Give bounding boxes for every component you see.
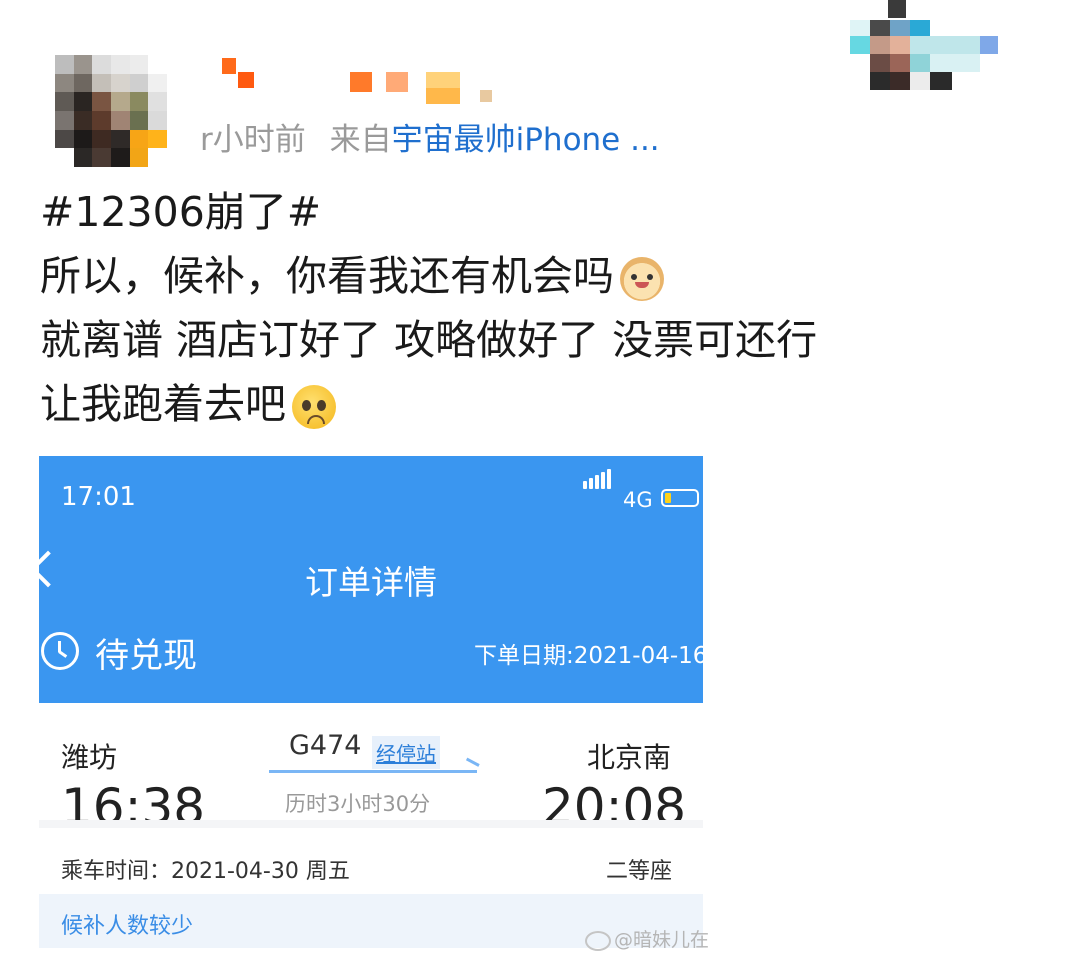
battery-icon xyxy=(661,489,699,507)
waitlist-note: 候补人数较少 xyxy=(61,914,194,939)
divider xyxy=(39,820,703,828)
nav-title: 订单详情 xyxy=(305,563,437,602)
trip-duration: 历时3小时30分 xyxy=(285,792,431,816)
status-time: 17:01 xyxy=(61,482,136,512)
weibo-logo-icon xyxy=(585,930,611,951)
post-from-label: 来自 xyxy=(329,122,392,158)
ride-time: 乘车时间：2021-04-30 周五 xyxy=(61,859,350,884)
post-line: 就离谱 酒店订好了 攻略做好了 没票可还行 xyxy=(40,316,818,364)
stops-link: 经停站 xyxy=(372,736,440,769)
seat-class: 二等座 xyxy=(606,859,673,884)
post-meta: r小时前 来自宇宙最帅iPhone ... xyxy=(200,114,660,159)
clock-icon xyxy=(41,632,79,670)
avatar[interactable] xyxy=(55,55,167,167)
post-line: 所以，候补，你看我还有机会吗 xyxy=(40,252,664,301)
order-date: 下单日期:2021-04-16 xyxy=(474,643,703,669)
sad-tear-icon xyxy=(292,385,336,429)
post-time: r小时前 xyxy=(200,122,306,158)
to-station: 北京南 xyxy=(587,741,672,774)
blurred-image-corner xyxy=(850,0,1000,92)
weibo-watermark: @暗妹儿在 xyxy=(585,925,709,952)
from-station: 潍坊 xyxy=(61,741,118,774)
arrow-right-icon xyxy=(269,770,477,773)
train-number: G474 xyxy=(289,730,362,761)
order-screenshot-image[interactable]: 17:01 4G 订单详情 待兑现 下单日期:2021-04-16 潍坊 16:… xyxy=(39,456,703,956)
doge-cry-icon xyxy=(620,257,664,301)
post-hashtag[interactable]: #12306崩了# xyxy=(40,188,321,236)
username-blurred[interactable] xyxy=(222,58,512,106)
network-label: 4G xyxy=(623,488,653,512)
post-line: 让我跑着去吧 xyxy=(40,380,336,429)
post-source-link[interactable]: 宇宙最帅iPhone ... xyxy=(392,122,660,158)
order-status: 待兑现 xyxy=(95,636,197,676)
